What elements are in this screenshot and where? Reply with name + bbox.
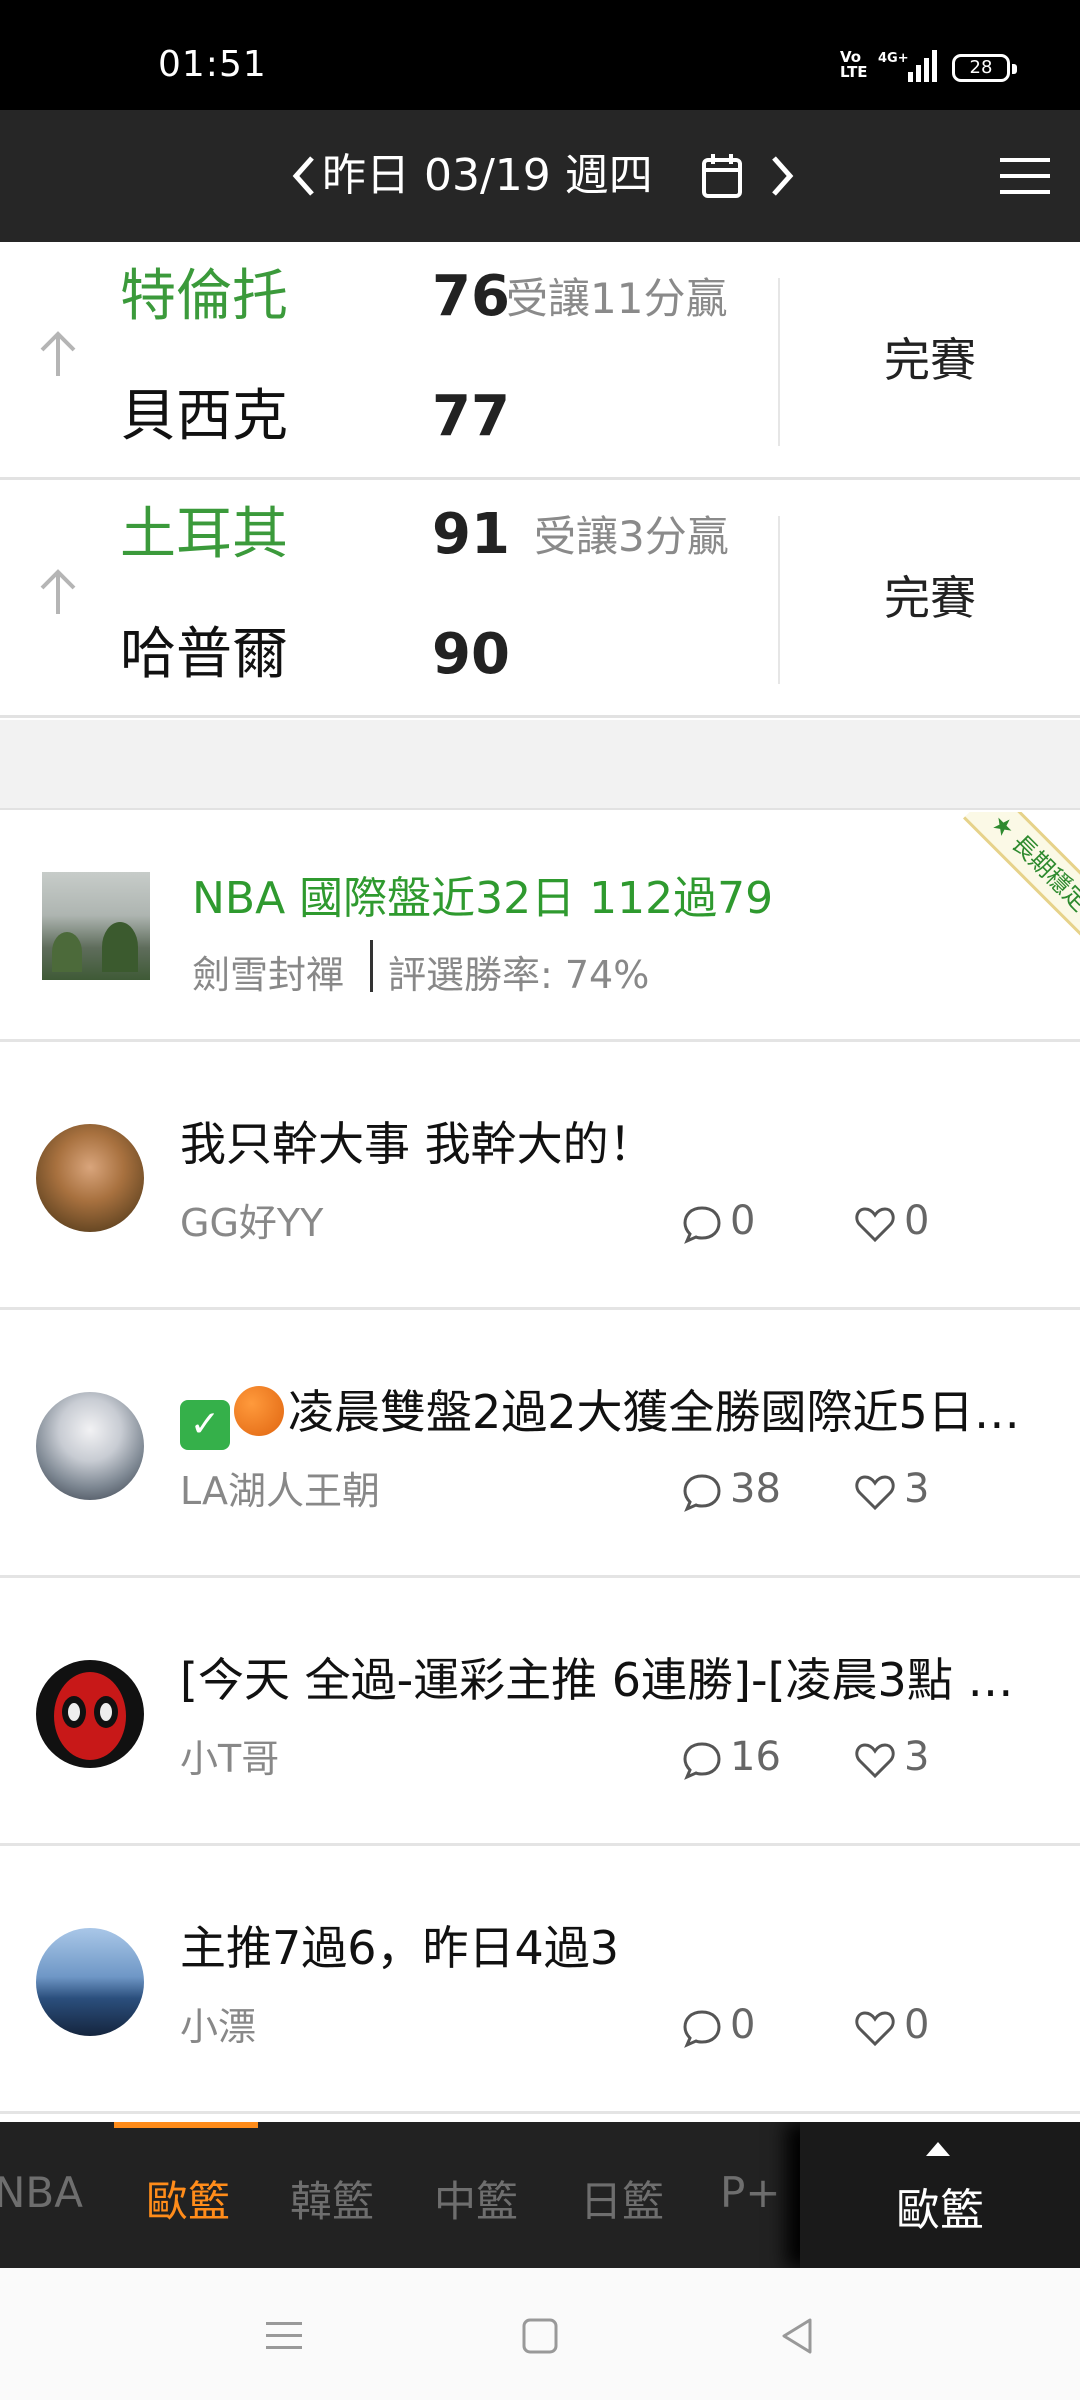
back-icon[interactable] (776, 2314, 820, 2358)
hamburger-menu-icon[interactable] (1000, 156, 1050, 196)
app-screen: 01:51 Vo LTE 4G+ 28 昨日 03/19 週四 特倫托 76 受… (0, 0, 1080, 2400)
tab-korea-basketball[interactable]: 韓籃 (290, 2168, 374, 2229)
divider (370, 940, 373, 992)
arrow-up-icon (40, 569, 76, 614)
battery-icon: 28 (952, 54, 1017, 82)
svg-text:4G+: 4G+ (878, 51, 909, 66)
post-author[interactable]: 小T哥 (180, 1728, 279, 1783)
like-count: 3 (904, 1466, 930, 1512)
chevron-right-icon[interactable] (762, 148, 802, 204)
comment-count: 0 (730, 1198, 756, 1244)
divider (778, 278, 780, 446)
volte-icon: Vo LTE (840, 48, 868, 81)
signal-icon: 4G+ (878, 50, 937, 82)
handicap-note: 受讓3分贏 (534, 512, 729, 561)
like-count: 0 (904, 1198, 930, 1244)
divider (778, 516, 780, 684)
score-bottom: 90 (432, 622, 510, 687)
date-header: 昨日 03/19 週四 (0, 110, 1080, 242)
comment-icon (683, 1742, 721, 1780)
heart-icon[interactable] (854, 1204, 896, 1244)
team-bottom: 哈普爾 (120, 622, 288, 687)
tab-euro-basketball[interactable]: 歐籃 (146, 2168, 230, 2229)
featured-tipster[interactable]: NBA 國際盤近32日 112過79 劍雪封禪 評選勝率: 74% ★ 長期穩定… (0, 812, 1080, 1042)
tab-nba[interactable]: NBA (0, 2168, 83, 2217)
active-tab-indicator (114, 2122, 258, 2128)
basketball-emoji-icon (234, 1386, 284, 1436)
post-author[interactable]: GG好YY (180, 1192, 323, 1247)
comment-icon (683, 1206, 721, 1244)
game-status: 完賽 (884, 571, 976, 625)
tab-japan-basketball[interactable]: 日籃 (580, 2168, 664, 2229)
post-item[interactable]: 主推7過6，昨日4過3 小漂 0 0 (0, 1846, 1080, 2114)
comment-icon (683, 2010, 721, 2048)
system-nav-bar (0, 2268, 1080, 2400)
featured-author[interactable]: 劍雪封禪 (192, 944, 344, 999)
team-bottom: 貝西克 (120, 384, 288, 449)
tab-p-plus[interactable]: P+ (720, 2168, 781, 2217)
current-league-label: 歐籃 (896, 2185, 984, 2236)
date-label[interactable]: 昨日 03/19 週四 (322, 148, 653, 204)
league-tab-bar: NBA 歐籃 韓籃 中籃 日籃 P+ 歐籃 (0, 2122, 1080, 2268)
avatar (36, 1124, 144, 1232)
like-count: 3 (904, 1734, 930, 1780)
post-title: 我只幹大事 我幹大的！ (180, 1117, 655, 1171)
heart-icon[interactable] (854, 1472, 896, 1512)
chevron-left-icon[interactable] (284, 148, 324, 204)
status-time: 01:51 (158, 44, 267, 85)
avatar (36, 1660, 144, 1768)
tab-china-basketball[interactable]: 中籃 (434, 2168, 518, 2229)
comment-icon (683, 1474, 721, 1512)
comment-count: 16 (730, 1734, 781, 1780)
team-top: 特倫托 (120, 264, 288, 329)
score-bottom: 77 (432, 384, 510, 449)
post-item[interactable]: [今天 全過-運彩主推 6連勝]-[凌晨3點 高勝率推薦] 小T哥 16 3 (0, 1578, 1080, 1846)
post-item[interactable]: 我只幹大事 我幹大的！ GG好YY 0 0 (0, 1042, 1080, 1310)
team-top: 土耳其 (120, 502, 288, 567)
recents-menu-icon[interactable] (262, 2314, 306, 2358)
current-league-selector[interactable]: 歐籃 (800, 2122, 1080, 2268)
section-gap (0, 720, 1080, 810)
home-icon[interactable] (518, 2314, 562, 2358)
game-row[interactable]: 土耳其 91 受讓3分贏 哈普爾 90 完賽 (0, 480, 1080, 718)
avatar (36, 1392, 144, 1500)
ribbon-label: 長期穩定 (1006, 829, 1080, 917)
tipster-thumbnail (42, 872, 150, 980)
masked-hero-icon (54, 1672, 126, 1760)
heart-icon[interactable] (854, 2008, 896, 2048)
win-rate: 評選勝率: 74% (388, 953, 650, 997)
game-status: 完賽 (884, 333, 976, 387)
check-emoji-icon: ✓ (180, 1400, 230, 1450)
calendar-icon[interactable] (700, 152, 744, 200)
score-top: 91 (432, 502, 510, 567)
heart-icon[interactable] (854, 1740, 896, 1780)
comment-count: 0 (730, 2002, 756, 2048)
featured-title: NBA 國際盤近32日 112過79 (192, 873, 774, 924)
post-title: 主推7過6，昨日4過3 (180, 1921, 620, 1975)
handicap-note: 受讓11分贏 (506, 274, 728, 323)
comment-count: 38 (730, 1466, 781, 1512)
post-title: ✓ 凌晨雙盤2過2大獲全勝國際近5日勝率8成以上 (180, 1376, 1050, 1450)
post-item[interactable]: ✓ 凌晨雙盤2過2大獲全勝國際近5日勝率8成以上 LA湖人王朝 38 3 (0, 1310, 1080, 1578)
avatar (36, 1928, 144, 2036)
post-title: [今天 全過-運彩主推 6連勝]-[凌晨3點 高勝率推薦] (180, 1653, 1050, 1707)
score-top: 76 (432, 264, 510, 329)
caret-up-icon (926, 2142, 950, 2156)
post-author[interactable]: LA湖人王朝 (180, 1460, 380, 1515)
status-bar: 01:51 Vo LTE 4G+ 28 (0, 0, 1080, 110)
game-row[interactable]: 特倫托 76 受讓11分贏 貝西克 77 完賽 (0, 242, 1080, 480)
post-title-text: 凌晨雙盤2過2大獲全勝國際近5日勝率8成以上 (288, 1385, 1050, 1439)
like-count: 0 (904, 2002, 930, 2048)
post-author[interactable]: 小漂 (180, 1996, 256, 2051)
ribbon-badge: ★ 長期穩定 ★ (963, 812, 1080, 960)
arrow-up-icon (40, 331, 76, 376)
